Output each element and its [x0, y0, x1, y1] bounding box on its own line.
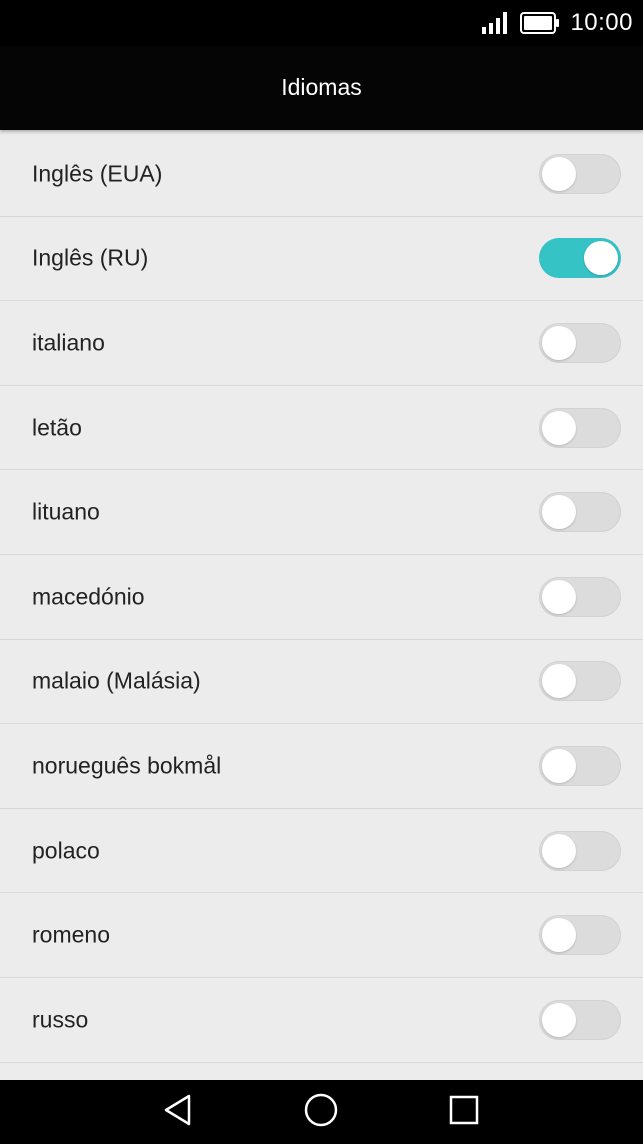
language-label: lituano — [32, 498, 100, 525]
language-toggle[interactable] — [539, 153, 621, 194]
language-item[interactable]: lituano — [0, 470, 643, 555]
language-label: letão — [32, 414, 82, 441]
language-item[interactable]: letão — [0, 386, 643, 471]
language-item[interactable]: italiano — [0, 301, 643, 386]
language-toggle[interactable] — [539, 576, 621, 617]
toggle-knob — [542, 495, 576, 530]
language-toggle[interactable] — [539, 915, 621, 956]
language-toggle[interactable] — [539, 830, 621, 871]
language-label: polaco — [32, 837, 100, 864]
language-toggle[interactable] — [539, 745, 621, 786]
toggle-knob — [584, 241, 618, 276]
language-label: italiano — [32, 329, 105, 356]
language-toggle[interactable] — [539, 492, 621, 533]
language-item[interactable]: macedónio — [0, 555, 643, 640]
status-bar: 10:00 — [0, 0, 643, 46]
language-label: malaio (Malásia) — [32, 667, 201, 694]
language-label: Inglês (EUA) — [32, 160, 163, 187]
toggle-knob — [542, 410, 576, 445]
screen: 10:00 Idiomas Inglês (EUA) Inglês (RU) i… — [0, 0, 643, 1144]
toggle-knob — [542, 918, 576, 953]
back-button[interactable] — [138, 1080, 218, 1144]
language-item[interactable]: russo — [0, 978, 643, 1063]
language-label: romeno — [32, 921, 110, 948]
home-circle-icon — [303, 1092, 339, 1133]
back-triangle-icon — [162, 1093, 194, 1132]
language-label: norueguês bokmål — [32, 752, 222, 779]
status-icons: 10:00 — [482, 0, 633, 46]
signal-bars-icon — [482, 12, 510, 34]
status-time: 10:00 — [570, 9, 633, 36]
language-toggle[interactable] — [539, 661, 621, 702]
language-list: Inglês (EUA) Inglês (RU) italiano letão … — [0, 132, 643, 1063]
toggle-knob — [542, 579, 576, 614]
recent-apps-square-icon — [448, 1094, 480, 1131]
language-label: macedónio — [32, 583, 145, 610]
home-button[interactable] — [281, 1080, 361, 1144]
language-item[interactable]: Inglês (RU) — [0, 217, 643, 302]
toggle-knob — [542, 156, 576, 191]
toggle-knob — [542, 833, 576, 868]
language-item[interactable]: polaco — [0, 809, 643, 894]
language-item[interactable]: malaio (Malásia) — [0, 640, 643, 725]
language-label: russo — [32, 1006, 89, 1033]
toggle-knob — [542, 664, 576, 699]
language-item[interactable]: romeno — [0, 893, 643, 978]
language-toggle[interactable] — [539, 999, 621, 1040]
language-label: Inglês (RU) — [32, 244, 149, 271]
navigation-bar — [0, 1080, 643, 1144]
toggle-knob — [542, 1002, 576, 1037]
language-item[interactable]: Inglês (EUA) — [0, 132, 643, 217]
title-bar: Idiomas — [0, 46, 643, 130]
language-toggle[interactable] — [539, 407, 621, 448]
page-title: Idiomas — [281, 73, 362, 100]
language-item[interactable]: norueguês bokmål — [0, 724, 643, 809]
battery-full-icon — [520, 12, 560, 34]
recent-apps-button[interactable] — [424, 1080, 504, 1144]
toggle-knob — [542, 325, 576, 360]
toggle-knob — [542, 748, 576, 783]
language-toggle[interactable] — [539, 322, 621, 363]
language-toggle[interactable] — [539, 238, 621, 279]
